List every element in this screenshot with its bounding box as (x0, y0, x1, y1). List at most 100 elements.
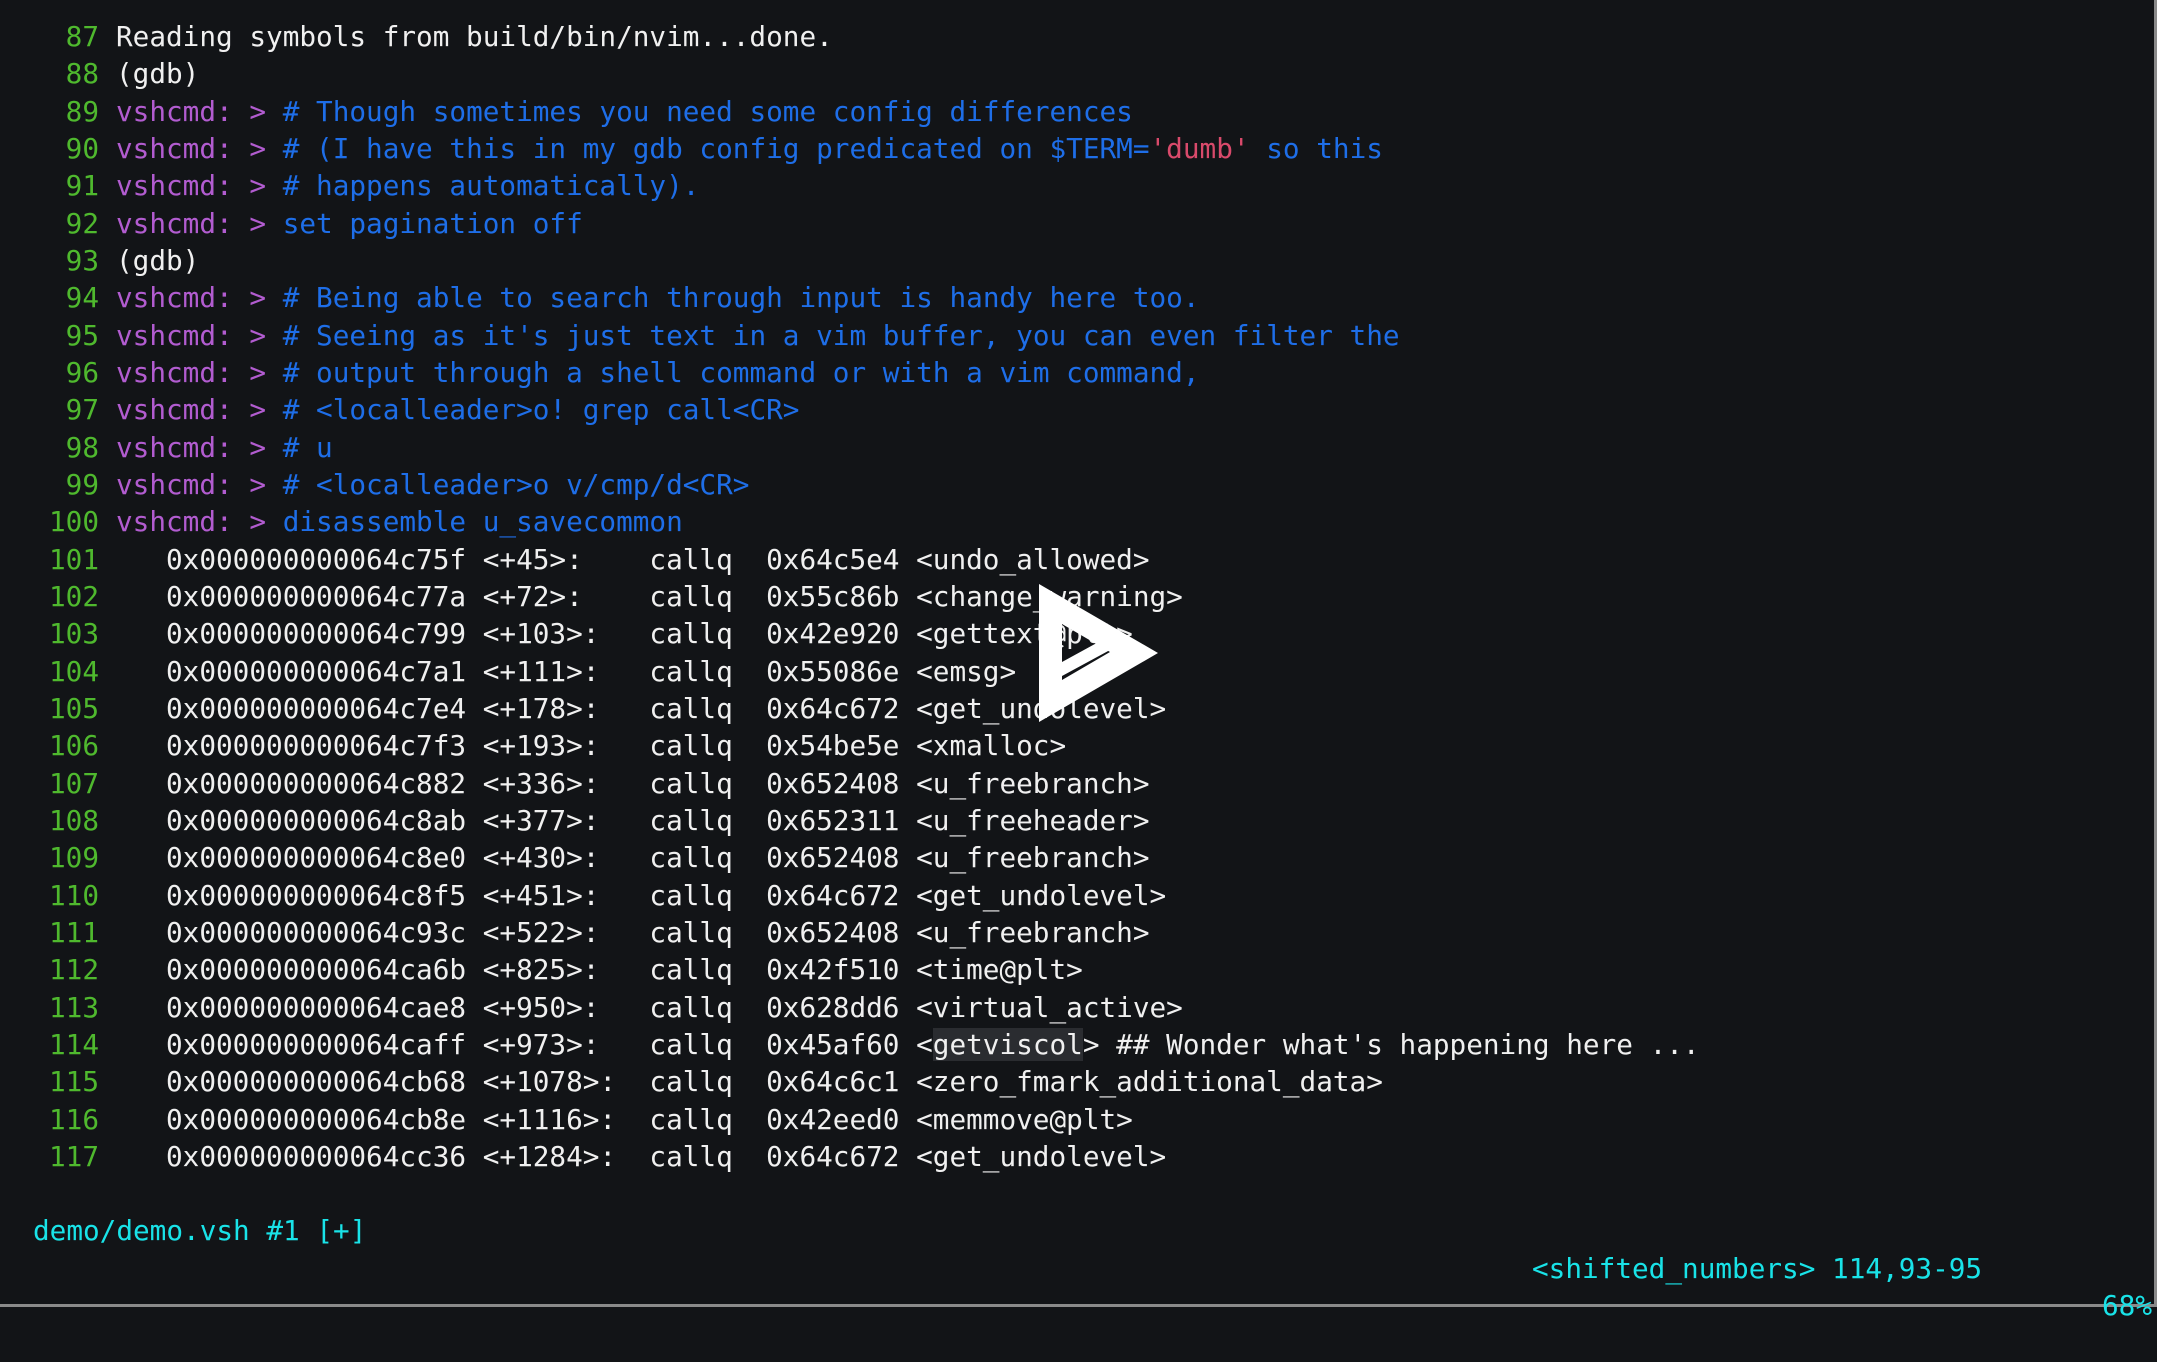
buffer-line[interactable]: 110 0x000000000064c8f5 <+451>: callq 0x6… (0, 877, 2154, 914)
vshcmd-prompt: vshcmd: > (116, 318, 283, 352)
buffer-line[interactable]: 99 vshcmd: > # <localleader>o v/cmp/d<CR> (0, 466, 2154, 503)
status-line: demo/demo.vsh #1 [+] <shifted_numbers> 1… (0, 1175, 2154, 1322)
line-number: 89 (65, 94, 99, 128)
line-number: 114 (49, 1027, 100, 1061)
line-content: # <localleader>o! grep call<CR> (282, 393, 800, 427)
buffer-line[interactable]: 114 0x000000000064caff <+973>: callq 0x4… (0, 1026, 2154, 1063)
buffer-line[interactable]: 113 0x000000000064cae8 <+950>: callq 0x6… (0, 989, 2154, 1026)
line-content: 0x000000000064c75f <+45>: callq 0x64c5e4… (116, 542, 1150, 576)
vshcmd-prompt: vshcmd: > (116, 355, 283, 389)
output-text: 0x000000000064caff <+973>: callq 0x45af6… (116, 1026, 1700, 1063)
line-content: 0x000000000064c8f5 <+451>: callq 0x64c67… (116, 878, 1167, 912)
line-number: 88 (65, 57, 99, 91)
line-number: 91 (65, 169, 99, 203)
vshcmd-prompt: vshcmd: > (116, 393, 283, 427)
terminal-window[interactable]: 87 Reading symbols from build/bin/nvim...… (0, 0, 2157, 1322)
output-text: 0x000000000064c77a <+72>: callq 0x55c86b… (116, 578, 1183, 615)
output-text: 0x000000000064c8f5 <+451>: callq 0x64c67… (116, 877, 1166, 914)
line-content: 0x000000000064c8e0 <+430>: callq 0x65240… (116, 841, 1150, 875)
buffer-line[interactable]: 92 vshcmd: > set pagination off (0, 205, 2154, 242)
command-text: vshcmd: > # (I have this in my gdb confi… (116, 130, 1383, 167)
line-number: 113 (49, 990, 100, 1024)
line-content: Reading symbols from build/bin/nvim...do… (116, 20, 833, 53)
search-highlight: getviscol (932, 1027, 1083, 1061)
vshcmd-prompt: vshcmd: > (116, 131, 283, 165)
line-number: 103 (49, 617, 100, 651)
line-number: 98 (65, 430, 99, 464)
buffer-line[interactable]: 101 0x000000000064c75f <+45>: callq 0x64… (0, 541, 2154, 578)
line-content: 0x000000000064c7f3 <+193>: callq 0x54be5… (116, 729, 1067, 763)
line-number: 115 (49, 1065, 100, 1099)
command-text: vshcmd: > # Being able to search through… (116, 279, 1200, 316)
buffer-line[interactable]: 93 (gdb) (0, 242, 2154, 279)
status-position: <shifted_numbers> 114,93-95 (1532, 1251, 1983, 1285)
output-text: 0x000000000064c799 <+103>: callq 0x42e92… (116, 615, 1133, 652)
output-text: 0x000000000064c7e4 <+178>: callq 0x64c67… (116, 690, 1166, 727)
line-content: # Though sometimes you need some config … (282, 94, 1133, 128)
buffer-line[interactable]: 111 0x000000000064c93c <+522>: callq 0x6… (0, 914, 2154, 951)
line-content: 0x000000000064cae8 <+950>: callq 0x628dd… (116, 990, 1183, 1024)
line-content: # <localleader>o v/cmp/d<CR> (282, 467, 750, 501)
line-content: # output through a shell command or with… (282, 355, 1200, 389)
line-content: 0x000000000064cb8e <+1116>: callq 0x42ee… (116, 1102, 1133, 1136)
buffer-line[interactable]: 115 0x000000000064cb68 <+1078>: callq 0x… (0, 1063, 2154, 1100)
command-text: vshcmd: > # u (116, 429, 333, 466)
line-content: 0x000000000064c93c <+522>: callq 0x65240… (116, 915, 1150, 949)
vshcmd-prompt: vshcmd: > (116, 206, 283, 240)
command-text: vshcmd: > # output through a shell comma… (116, 354, 1200, 391)
line-number: 102 (49, 579, 100, 613)
line-number: 106 (49, 729, 100, 763)
line-number: 93 (65, 243, 99, 277)
line-number: 90 (65, 131, 99, 165)
line-number: 117 (49, 1139, 100, 1173)
output-text: 0x000000000064c8e0 <+430>: callq 0x65240… (116, 839, 1150, 876)
line-content: 0x000000000064c882 <+336>: callq 0x65240… (116, 766, 1150, 800)
buffer-line[interactable]: 88 (gdb) (0, 55, 2154, 92)
buffer-line[interactable]: 107 0x000000000064c882 <+336>: callq 0x6… (0, 765, 2154, 802)
line-content: (gdb) (116, 243, 200, 277)
buffer-line[interactable]: 90 vshcmd: > # (I have this in my gdb con… (0, 130, 2154, 167)
output-text: 0x000000000064c93c <+522>: callq 0x65240… (116, 914, 1150, 951)
buffer-line[interactable]: 87 Reading symbols from build/bin/nvim...… (0, 18, 2154, 55)
buffer-line[interactable]: 106 0x000000000064c7f3 <+193>: callq 0x5… (0, 727, 2154, 764)
buffer-line[interactable]: 116 0x000000000064cb8e <+1116>: callq 0x… (0, 1101, 2154, 1138)
line-content: # Being able to search through input is … (282, 281, 1200, 315)
buffer-line[interactable]: 117 0x000000000064cc36 <+1284>: callq 0x… (0, 1138, 2154, 1175)
line-content: 0x000000000064c77a <+72>: callq 0x55c86b… (116, 579, 1183, 613)
buffer-line[interactable]: 112 0x000000000064ca6b <+825>: callq 0x4… (0, 951, 2154, 988)
buffer-line[interactable]: 96 vshcmd: > # output through a shell com… (0, 354, 2154, 391)
command-text: vshcmd: > # <localleader>o v/cmp/d<CR> (116, 466, 749, 503)
command-text: vshcmd: > # happens automatically). (116, 167, 699, 204)
output-text: 0x000000000064c7f3 <+193>: callq 0x54be5… (116, 727, 1066, 764)
buffer-line[interactable]: 109 0x000000000064c8e0 <+430>: callq 0x6… (0, 839, 2154, 876)
output-text: 0x000000000064c75f <+45>: callq 0x64c5e4… (116, 541, 1150, 578)
buffer-line[interactable]: 98 vshcmd: > # u (0, 429, 2154, 466)
line-number: 99 (65, 467, 99, 501)
line-number: 112 (49, 953, 100, 987)
line-content: 0x000000000064c7e4 <+178>: callq 0x64c67… (116, 691, 1167, 725)
output-text: 0x000000000064cb68 <+1078>: callq 0x64c6… (116, 1063, 1383, 1100)
buffer-line[interactable]: 97 vshcmd: > # <localleader>o! grep call<… (0, 391, 2154, 428)
line-content: 0x000000000064cb68 <+1078>: callq 0x64c6… (116, 1065, 1383, 1099)
buffer-line[interactable]: 108 0x000000000064c8ab <+377>: callq 0x6… (0, 802, 2154, 839)
command-text: vshcmd: > set pagination off (116, 205, 583, 242)
line-number: 100 (49, 505, 100, 539)
buffer-line[interactable]: 95 vshcmd: > # Seeing as it's just text i… (0, 317, 2154, 354)
play-icon[interactable] (1036, 582, 1161, 724)
buffer-line[interactable]: 100 vshcmd: > disassemble u_savecommon (0, 503, 2154, 540)
line-number: 92 (65, 206, 99, 240)
buffer-line[interactable]: 94 vshcmd: > # Being able to search throu… (0, 279, 2154, 316)
output-text: 0x000000000064c882 <+336>: callq 0x65240… (116, 765, 1150, 802)
line-content: (gdb) (116, 57, 200, 91)
buffer-line[interactable]: 89 vshcmd: > # Though sometimes you need … (0, 93, 2154, 130)
output-text: 0x000000000064ca6b <+825>: callq 0x42f51… (116, 951, 1083, 988)
line-content: 0x000000000064ca6b <+825>: callq 0x42f51… (116, 953, 1083, 987)
command-text: vshcmd: > # <localleader>o! grep call<CR… (116, 391, 799, 428)
output-text: 0x000000000064c8ab <+377>: callq 0x65231… (116, 802, 1150, 839)
buffer-line[interactable]: 91 vshcmd: > # happens automatically). (0, 167, 2154, 204)
line-number: 101 (49, 542, 100, 576)
line-content-after: so this (1249, 131, 1383, 165)
status-percent: 68% (2101, 1288, 2152, 1322)
line-content: # (I have this in my gdb config predicat… (282, 131, 1150, 165)
line-content: # Seeing as it's just text in a vim buff… (282, 318, 1400, 352)
